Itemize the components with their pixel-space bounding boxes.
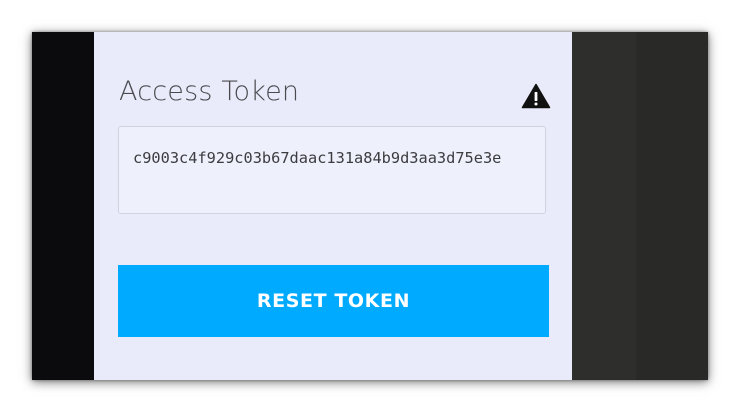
app-window: Access Token c9003c4f929c03b67daac131a84… <box>32 32 708 380</box>
access-token-field[interactable]: c9003c4f929c03b67daac131a84b9d3aa3d75e3e <box>118 126 546 214</box>
reset-token-button[interactable]: RESET TOKEN <box>118 265 549 337</box>
warning-triangle-icon <box>521 83 551 109</box>
right-dark-area-edge <box>636 32 708 380</box>
access-token-panel: Access Token c9003c4f929c03b67daac131a84… <box>94 32 572 380</box>
left-dark-sidebar <box>32 32 94 380</box>
access-token-title: Access Token <box>119 76 300 107</box>
